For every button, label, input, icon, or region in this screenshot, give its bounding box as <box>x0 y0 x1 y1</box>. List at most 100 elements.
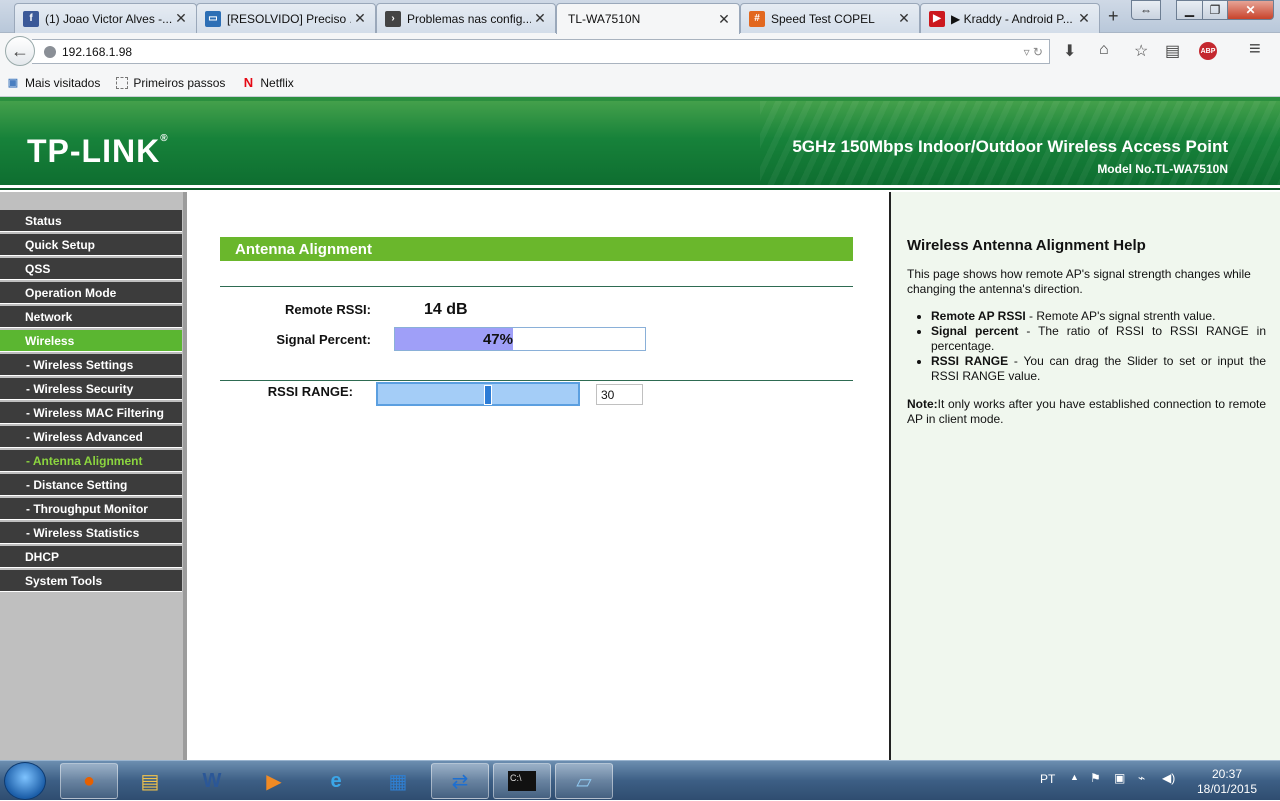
rssi-range-slider[interactable] <box>376 382 580 406</box>
word-icon[interactable]: W <box>183 763 241 799</box>
maximize-window-button[interactable]: ❐ <box>1202 0 1228 20</box>
sidebar-item-wireless-advanced[interactable]: - Wireless Advanced <box>0 426 182 448</box>
slider-handle[interactable] <box>484 385 492 405</box>
tab-youtube[interactable]: ▶ ▶ Kraddy - Android P... ✕ <box>920 3 1100 33</box>
divider <box>220 286 853 287</box>
tab-tl-wa7510n[interactable]: TL-WA7510N ✕ <box>556 3 740 34</box>
close-tab-icon[interactable]: ✕ <box>1075 10 1093 27</box>
sidebar-item-status[interactable]: Status <box>0 210 182 232</box>
help-item: Signal percent - The ratio of RSSI to RS… <box>931 324 1266 354</box>
bookmarks-toolbar: ▣ Mais visitados Primeiros passos N Netf… <box>0 69 1280 97</box>
reading-list-icon[interactable]: ▤ <box>1165 41 1180 61</box>
action-center-flag-icon[interactable]: ⚑ <box>1090 771 1101 785</box>
signal-percent-bar: 47% <box>394 327 646 351</box>
tab-label: Speed Test COPEL <box>771 11 875 26</box>
start-button[interactable] <box>4 762 46 800</box>
firefox-icon[interactable]: ● <box>60 763 118 799</box>
tab-facebook[interactable]: f (1) Joao Victor Alves -... ✕ <box>14 3 197 33</box>
ie-icon[interactable]: e <box>307 763 365 799</box>
windows-taskbar: ● ▤ W ▶ e ▦ ⇄ C:\ ▱ PT ▲ ⚑ ▣ ⌁ ◀) 20:37 … <box>0 760 1280 800</box>
cmd-icon[interactable]: C:\ <box>493 763 551 799</box>
sidebar-item-quick-setup[interactable]: Quick Setup <box>0 234 182 256</box>
help-term: RSSI RANGE <box>931 354 1009 368</box>
youtube-icon: ▶ <box>929 10 945 27</box>
bookmark-star-icon[interactable]: ☆ <box>1134 41 1148 61</box>
adblock-icon[interactable]: ABP <box>1199 42 1217 60</box>
page-header: TP-LINK® 5GHz 150Mbps Indoor/Outdoor Wir… <box>0 97 1280 189</box>
show-hidden-icons[interactable]: ▲ <box>1070 772 1079 782</box>
sidebar-item-qss[interactable]: QSS <box>0 258 182 280</box>
help-item: Remote AP RSSI - Remote AP's signal stre… <box>931 309 1266 324</box>
tab-label: Problemas nas config... <box>407 11 531 26</box>
sidebar-item-dhcp[interactable]: DHCP <box>0 546 182 568</box>
back-button[interactable]: ← <box>5 36 35 66</box>
device-tray-icon[interactable]: ⌁ <box>1138 771 1145 785</box>
router-admin-page: TP-LINK® 5GHz 150Mbps Indoor/Outdoor Wir… <box>0 97 1280 760</box>
volume-icon[interactable]: ◀) <box>1162 771 1175 785</box>
browser-tab-strip: f (1) Joao Victor Alves -... ✕ ▭ [RESOLV… <box>0 0 1280 34</box>
url-text: 192.168.1.98 <box>62 44 133 59</box>
sidebar-item-wireless-security[interactable]: - Wireless Security <box>0 378 182 400</box>
sidebar-item-wireless-statistics[interactable]: - Wireless Statistics <box>0 522 182 544</box>
logo-text: TP-LINK <box>27 133 161 169</box>
bookmark-mais-visitados[interactable]: ▣ Mais visitados <box>6 75 101 90</box>
close-tab-icon[interactable]: ✕ <box>172 10 190 27</box>
help-item: RSSI RANGE - You can drag the Slider to … <box>931 354 1266 384</box>
clock[interactable]: 20:37 18/01/2015 <box>1187 767 1267 797</box>
tab-label: ▶ Kraddy - Android P... <box>951 11 1073 26</box>
close-tab-icon[interactable]: ✕ <box>715 11 733 28</box>
close-tab-icon[interactable]: ✕ <box>351 10 369 27</box>
help-note: Note:It only works after you have establ… <box>907 397 1266 427</box>
minimize-window-button[interactable]: ▁ <box>1176 0 1203 20</box>
help-list: Remote AP RSSI - Remote AP's signal stre… <box>931 309 1266 384</box>
globe-icon <box>44 45 56 58</box>
tab-resolvido[interactable]: ▭ [RESOLVIDO] Preciso ... ✕ <box>196 3 376 33</box>
model-number: Model No.TL-WA7510N <box>1097 162 1228 176</box>
network-icon[interactable]: ▦ <box>369 763 427 799</box>
bookmark-netflix[interactable]: N Netflix <box>241 75 294 90</box>
sidebar-item-wireless-mac-filtering[interactable]: - Wireless MAC Filtering <box>0 402 182 424</box>
sidebar-item-operation-mode[interactable]: Operation Mode <box>0 282 182 304</box>
media-player-icon[interactable]: ▶ <box>245 763 303 799</box>
sidebar-item-system-tools[interactable]: System Tools <box>0 570 182 592</box>
facebook-icon: f <box>23 10 39 27</box>
help-intro: This page shows how remote AP's signal s… <box>907 267 1251 296</box>
sidebar-item-network[interactable]: Network <box>0 306 182 328</box>
restore-window-icon[interactable]: ⇔ <box>1131 0 1161 20</box>
new-tab-button[interactable]: + <box>1108 6 1119 27</box>
sidebar-item-wireless-settings[interactable]: - Wireless Settings <box>0 354 182 376</box>
home-icon[interactable]: ⌂ <box>1099 41 1109 59</box>
logo-registered-mark: ® <box>160 133 169 144</box>
close-window-button[interactable]: ✕ <box>1227 0 1274 20</box>
sidebar-item-antenna-alignment[interactable]: - Antenna Alignment <box>0 450 182 472</box>
help-term: Remote AP RSSI <box>931 309 1026 323</box>
bookmark-primeiros-passos[interactable]: Primeiros passos <box>116 76 225 90</box>
tab-problemas[interactable]: › Problemas nas config... ✕ <box>376 3 556 33</box>
divider <box>220 380 853 381</box>
url-bar[interactable]: 192.168.1.98 ▿ ↻ <box>32 39 1050 64</box>
download-icon[interactable]: ⬇ <box>1063 41 1076 61</box>
close-tab-icon[interactable]: ✕ <box>531 10 549 27</box>
clock-time: 20:37 <box>1211 767 1243 781</box>
sidebar-item-distance-setting[interactable]: - Distance Setting <box>0 474 182 496</box>
language-indicator[interactable]: PT <box>1040 772 1055 786</box>
menu-icon[interactable]: ≡ <box>1249 38 1261 61</box>
help-note-term: Note: <box>907 397 938 411</box>
rssi-range-input[interactable] <box>596 384 643 405</box>
notepad-icon[interactable]: ▱ <box>555 763 613 799</box>
netflix-icon: N <box>243 75 254 90</box>
bookmark-label: Mais visitados <box>25 75 101 90</box>
tab-label: TL-WA7510N <box>568 12 641 26</box>
sidebar-item-wireless[interactable]: Wireless <box>0 330 182 352</box>
sidebar-item-throughput-monitor[interactable]: - Throughput Monitor <box>0 498 182 520</box>
tab-speed-test[interactable]: # Speed Test COPEL ✕ <box>740 3 920 33</box>
header-divider-dark <box>0 188 1280 190</box>
tab-label: (1) Joao Victor Alves -... <box>45 11 172 26</box>
teamviewer-icon[interactable]: ⇄ <box>431 763 489 799</box>
close-tab-icon[interactable]: ✕ <box>895 10 913 27</box>
help-title: Wireless Antenna Alignment Help <box>907 237 1146 254</box>
section-title: Antenna Alignment <box>220 237 853 261</box>
network-tray-icon[interactable]: ▣ <box>1114 771 1125 785</box>
explorer-icon[interactable]: ▤ <box>121 763 179 799</box>
reload-icon[interactable]: ▿ ↻ <box>1024 45 1043 59</box>
